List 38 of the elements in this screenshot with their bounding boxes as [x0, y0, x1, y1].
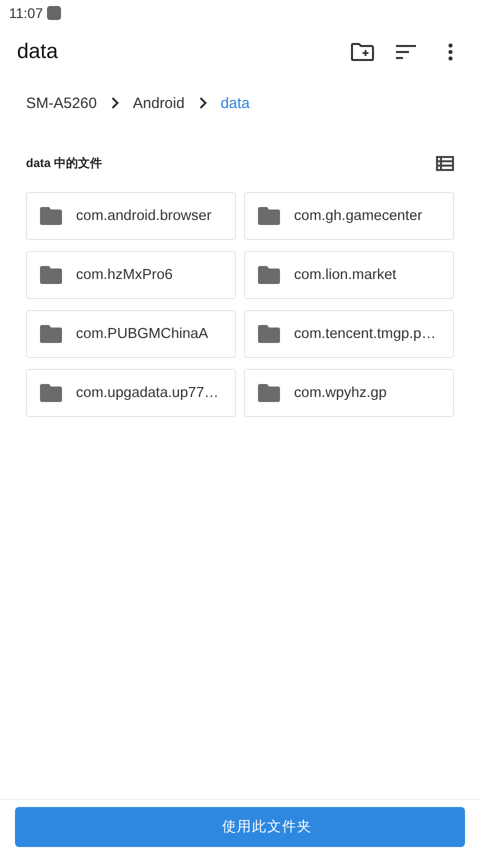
folder-name: com.upgadata.up77… — [76, 385, 219, 401]
folder-name: com.gh.gamecenter — [294, 208, 422, 224]
status-time: 11:07 — [9, 5, 43, 21]
breadcrumb[interactable]: SM-A5260 — [26, 94, 97, 112]
folder-card[interactable]: com.hzMxPro6 — [26, 251, 236, 299]
folder-card[interactable]: com.upgadata.up77… — [26, 369, 236, 417]
folder-icon — [258, 325, 280, 343]
folder-icon — [258, 266, 280, 284]
folder-card[interactable]: com.PUBGMChinaA — [26, 310, 236, 358]
screen-title: data — [17, 40, 59, 64]
folder-name: com.tencent.tmgp.p… — [294, 326, 436, 342]
new-folder-icon — [350, 43, 374, 61]
folder-card[interactable]: com.tencent.tmgp.p… — [244, 310, 454, 358]
more-icon — [448, 43, 452, 61]
folder-card[interactable]: com.wpyhz.gp — [244, 369, 454, 417]
breadcrumb[interactable]: Android — [132, 94, 185, 112]
chevron-icon — [110, 97, 119, 109]
folder-card[interactable]: com.android.browser — [26, 192, 236, 240]
folder-icon — [40, 384, 62, 402]
folder-name: com.wpyhz.gp — [294, 385, 387, 401]
section-title: data 中的文件 — [26, 154, 102, 172]
folder-name: com.hzMxPro6 — [76, 267, 173, 283]
list-view-icon[interactable] — [436, 156, 454, 170]
folder-icon — [40, 266, 62, 284]
breadcrumb[interactable]: data — [220, 94, 250, 112]
sort-icon — [396, 45, 416, 59]
folder-icon — [40, 325, 62, 343]
folder-card[interactable]: com.gh.gamecenter — [244, 192, 454, 240]
use-folder-button[interactable]: 使用此文件夹 — [15, 807, 465, 847]
folder-icon — [40, 207, 62, 225]
folder-icon — [258, 384, 280, 402]
folder-name: com.lion.market — [294, 267, 396, 283]
chevron-icon — [198, 97, 207, 109]
folder-icon — [258, 207, 280, 225]
notification-icon — [47, 6, 61, 20]
folder-name: com.android.browser — [76, 208, 212, 224]
folder-card[interactable]: com.lion.market — [244, 251, 454, 299]
folder-name: com.PUBGMChinaA — [76, 326, 208, 342]
